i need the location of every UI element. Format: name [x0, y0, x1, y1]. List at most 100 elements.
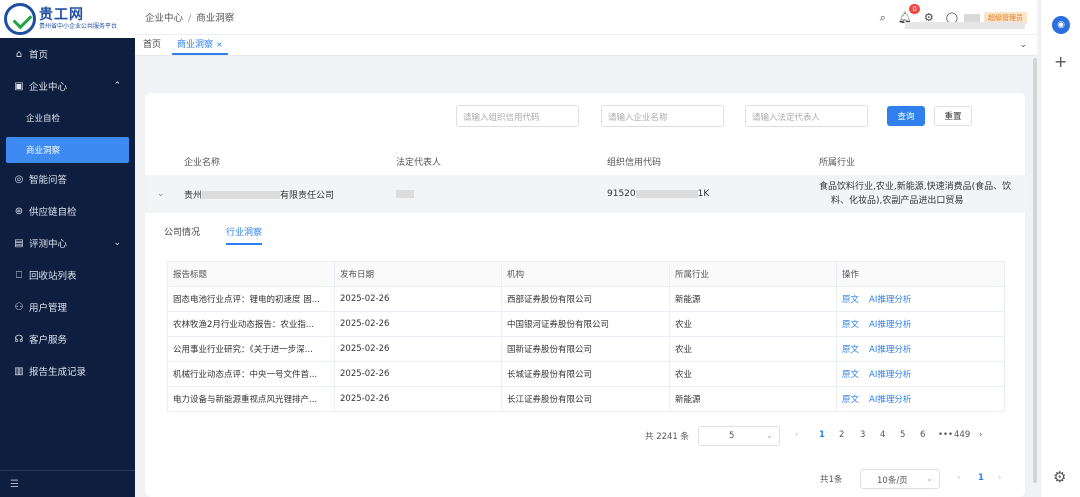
tab-company-overview[interactable]: 公司情况 — [164, 225, 200, 238]
sidebar-item-label: 供应链自检 — [29, 207, 77, 218]
original-link[interactable]: 原文 — [842, 345, 859, 355]
search-icon[interactable]: ⌕ — [880, 11, 886, 25]
sidebar-item-label: 客户服务 — [29, 335, 68, 346]
legal-rep-redacted — [396, 189, 414, 199]
enterprise-icon: ▣ — [14, 80, 24, 92]
cell-date: 2025-02-26 — [334, 361, 502, 387]
table-row[interactable]: 公用事业行业研究：《关于进一步深... 2025-02-26 国新证券股份有限公司农… — [167, 336, 1005, 362]
logo-mark-icon — [4, 3, 36, 35]
cell-action: 原文 AI推理分析 — [836, 336, 1005, 362]
sidebar-item[interactable]: ◎ 智能问答 — [0, 163, 135, 195]
original-link[interactable]: 原文 — [842, 295, 859, 305]
original-link[interactable]: 原文 — [842, 320, 859, 330]
cell-industry: 新能源 — [669, 286, 837, 312]
sidebar-item[interactable]: ⊛ 供应链自检 — [0, 195, 135, 227]
breadcrumb-root[interactable]: 企业中心 — [145, 13, 183, 24]
page-number[interactable]: 3 — [860, 430, 865, 440]
next-page-icon[interactable]: › — [979, 430, 982, 440]
search-bar: 请输入组织信用代码 请输入企业名称 请输入法定代表人 查询 重置 — [145, 105, 1025, 127]
sidebar-menu: ⌂ 首页 ▣ 企业中心 ⌃ 企业自检 商业洞察 ◎ 智能问答 ⊛ 供应链自检 ▤ 评测中心 ⌄ ⎕ 回收站列表… — [0, 38, 135, 387]
report-page-size-select[interactable]: 5 ⌄ — [698, 426, 780, 446]
reset-button[interactable]: 重置 — [934, 106, 972, 126]
gear-icon[interactable]: ⚙ — [1053, 468, 1066, 486]
sidebar-item-label: 评测中心 — [29, 239, 68, 250]
page-number-active[interactable]: 1 — [978, 473, 984, 483]
sidebar-item[interactable]: ⎕ 回收站列表 — [0, 259, 135, 291]
ai-analysis-link[interactable]: AI推理分析 — [869, 370, 911, 380]
table-row[interactable]: 固态电池行业点评：锂电的初速度 固... 2025-02-26 西部证券股份有限公司… — [167, 286, 1005, 312]
tab-current[interactable]: 商业洞察 × — [172, 37, 228, 55]
table-row[interactable]: 电力设备与新能源重视点风光锂排产... 2025-02-26 长江证券股份有限公司新… — [167, 386, 1005, 412]
sidebar-item[interactable]: ☊ 客户服务 — [0, 323, 135, 355]
chevron-up-icon: ⌃ — [113, 81, 121, 91]
report-pagination: 共 2241 条 5 ⌄ ‹ 1 2 3 4 5 6 ••• 449 › — [145, 426, 1025, 446]
ai-analysis-link[interactable]: AI推理分析 — [869, 320, 911, 330]
legal-rep-input[interactable]: 请输入法定代表人 — [745, 105, 868, 127]
next-page-icon[interactable]: › — [998, 473, 1001, 483]
cell-org: 国新证券股份有限公司 — [501, 336, 670, 362]
cell-title: 固态电池行业点评：锂电的初速度 固... — [167, 286, 335, 312]
report-table-header: 报告标题 发布日期 机构 所属行业 操作 — [167, 261, 1005, 287]
expand-chevron-icon[interactable]: ⌄ — [157, 189, 165, 199]
headset-icon: ☊ — [14, 333, 24, 345]
page-number[interactable]: 5 — [900, 430, 905, 440]
sidebar-collapse-button[interactable]: ☰ — [0, 470, 135, 497]
tab-home[interactable]: 首页 — [143, 37, 166, 55]
org-name-redacted — [905, 22, 1025, 29]
enterprise-page-size-select[interactable]: 10条/页 ⌄ — [860, 469, 940, 489]
page-scrollbar[interactable] — [1033, 58, 1037, 483]
recycle-icon: ⎕ — [16, 269, 22, 281]
assistant-icon[interactable]: ◉ — [1052, 16, 1070, 34]
ai-analysis-link[interactable]: AI推理分析 — [869, 395, 911, 405]
enterprise-row[interactable]: ⌄ 贵州 有限责任公司 91520 1K 食品饮料行业,农业,新能源,快速消费品(食… — [145, 175, 1025, 213]
original-link[interactable]: 原文 — [842, 395, 859, 405]
prev-page-icon[interactable]: ‹ — [957, 473, 960, 483]
prev-page-icon[interactable]: ‹ — [795, 430, 798, 440]
ai-analysis-link[interactable]: AI推理分析 — [869, 295, 911, 305]
table-row[interactable]: 农林牧渔2月行业动态报告：农业指... 2025-02-26 中国银河证券股份有限公… — [167, 311, 1005, 337]
sidebar-item[interactable]: ⚇ 用户管理 — [0, 291, 135, 323]
cell-org: 中国银河证券股份有限公司 — [501, 311, 670, 337]
query-button[interactable]: 查询 — [887, 106, 925, 126]
credit-code-input[interactable]: 请输入组织信用代码 — [456, 105, 579, 127]
ai-analysis-link[interactable]: AI推理分析 — [869, 345, 911, 355]
app-root: 贵工网 贵州省中小企业公共服务平台 ⌂ 首页 ▣ 企业中心 ⌃ 企业自检 商业洞察 ◎ 智能问答… — [0, 0, 1080, 497]
company-name: 贵州 有限责任公司 — [184, 190, 335, 201]
company-name-input[interactable]: 请输入企业名称 — [601, 105, 724, 127]
table-row[interactable]: 机械行业动态点评：中央一号文件首... 2025-02-26 长城证券股份有限公司农… — [167, 361, 1005, 387]
cell-title: 机械行业动态点评：中央一号文件首... — [167, 361, 335, 387]
tab-industry-insight[interactable]: 行业洞察 — [226, 225, 263, 245]
chevron-down-icon: ⌄ — [113, 238, 121, 248]
cell-date: 2025-02-26 — [334, 386, 502, 412]
logo[interactable]: 贵工网 贵州省中小企业公共服务平台 — [0, 0, 135, 38]
sidebar-item-label: 首页 — [29, 50, 49, 61]
page-number-active[interactable]: 1 — [819, 430, 825, 440]
cell-industry: 新能源 — [669, 386, 837, 412]
page-number[interactable]: ••• — [938, 430, 953, 440]
sidebar-item[interactable]: 企业自检 — [0, 102, 135, 134]
chevron-down-icon[interactable]: ⌄ — [1019, 40, 1027, 50]
page-tabs: 首页 商业洞察 × ⌄ — [135, 35, 1037, 56]
sidebar-item[interactable]: ▣ 企业中心 ⌃ — [0, 70, 135, 102]
page-number[interactable]: 2 — [839, 430, 844, 440]
qa-icon: ◎ — [14, 173, 24, 185]
sidebar-item[interactable]: 商业洞察 — [6, 137, 129, 163]
sidebar-item-label: 商业洞察 — [26, 146, 61, 156]
col-industry: 所属行业 — [819, 157, 856, 168]
enterprise-table-header: 企业名称 法定代表人 组织信用代码 所属行业 — [145, 149, 1025, 173]
right-toolbar: ◉ + ⚙ — [1040, 0, 1080, 497]
notification-badge: 0 — [909, 4, 920, 14]
industry-text: 食品饮料行业,农业,新能源,快速消费品(食品、饮 料、化妆品),农副产品进出口贸易 — [819, 182, 1012, 206]
close-icon[interactable]: × — [216, 40, 223, 49]
content-panel: 请输入组织信用代码 请输入企业名称 请输入法定代表人 查询 重置 企业名称 法定… — [145, 93, 1025, 497]
cell-industry: 农业 — [669, 361, 837, 387]
sidebar-item[interactable]: ▥ 报告生成记录 — [0, 355, 135, 387]
page-number[interactable]: 6 — [920, 430, 925, 440]
page-number[interactable]: 449 — [954, 430, 970, 440]
sidebar-item[interactable]: ⌂ 首页 — [0, 38, 135, 70]
logo-name: 贵工网 — [39, 7, 84, 23]
page-number[interactable]: 4 — [880, 430, 885, 440]
original-link[interactable]: 原文 — [842, 370, 859, 380]
sidebar-item[interactable]: ▤ 评测中心 ⌄ — [0, 227, 135, 259]
plus-icon[interactable]: + — [1054, 52, 1067, 71]
